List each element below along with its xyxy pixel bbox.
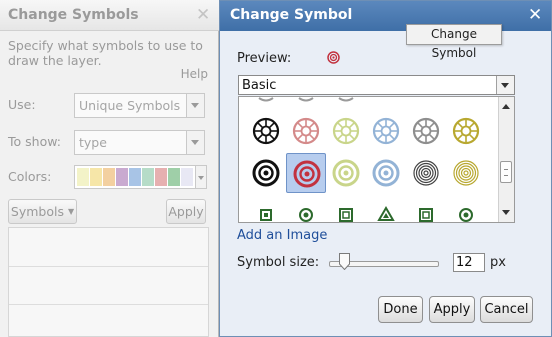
color-swatch: [168, 168, 180, 186]
to-show-select-value: type: [79, 135, 107, 150]
rings-symbol-icon: [453, 160, 479, 186]
chevron-down-icon[interactable]: [196, 165, 207, 189]
colors-label: Colors:: [8, 169, 52, 184]
color-swatch: [142, 168, 154, 186]
target-symbol-icon: [332, 159, 360, 187]
change-symbol-dialog: Change Symbol ✕ Preview: Basic Add an Im…: [219, 0, 552, 337]
close-icon[interactable]: ✕: [528, 7, 542, 24]
apply-button[interactable]: Apply: [429, 296, 475, 323]
symbol-option-square[interactable]: [246, 195, 286, 222]
symbol-size-label: Symbol size:: [237, 255, 320, 270]
panel-title: Change Symbols: [8, 7, 139, 23]
wheel-symbol-icon: [452, 117, 480, 145]
rings-symbol-icon: [413, 160, 439, 186]
panel-title-bar: Change Symbols ✕: [0, 0, 219, 31]
square-out-symbol-icon: [339, 208, 353, 222]
color-swatch: [181, 168, 193, 186]
panel-description: Specify what symbols to use to draw the …: [8, 38, 203, 68]
symbol-list: [8, 227, 209, 337]
cancel-button[interactable]: Cancel: [480, 296, 533, 323]
partial-symbol-mark: [258, 97, 274, 102]
target-symbol-icon: [372, 159, 400, 187]
list-divider: [9, 266, 208, 267]
symbol-type-value: Basic: [242, 78, 277, 93]
square-out-symbol-icon: [419, 208, 433, 222]
symbol-size-input[interactable]: 12: [453, 253, 485, 272]
circle-symbol-icon: [459, 208, 473, 222]
color-swatch: [155, 168, 167, 186]
dialog-title: Change Symbol: [230, 7, 353, 23]
wheel-symbol-icon: [412, 117, 440, 145]
chevron-down-icon[interactable]: [496, 76, 514, 94]
help-link[interactable]: Help: [181, 67, 208, 81]
symbol-option-triangle[interactable]: [366, 195, 406, 222]
symbol-gallery: [238, 96, 515, 223]
symbol-option-wheel[interactable]: [286, 111, 326, 151]
color-swatch: [90, 168, 102, 186]
symbol-option-circle[interactable]: [286, 195, 326, 222]
symbols-menu-button[interactable]: Symbols ▼: [8, 199, 77, 224]
scroll-up-icon[interactable]: [502, 104, 510, 109]
symbol-option-target[interactable]: [326, 153, 366, 193]
partial-symbol-mark: [338, 97, 354, 102]
wheel-symbol-icon: [332, 117, 360, 145]
symbol-option-target[interactable]: [286, 153, 326, 193]
symbol-option-square-out[interactable]: [326, 195, 366, 222]
symbol-option-wheel[interactable]: [326, 111, 366, 151]
target-symbol-icon: [293, 160, 321, 188]
scroll-down-icon[interactable]: [502, 210, 510, 215]
preview-label: Preview:: [237, 51, 292, 66]
color-swatch: [77, 168, 89, 186]
change-symbols-panel: Change Symbols ✕ Specify what symbols to…: [0, 0, 219, 337]
symbols-button-label: Symbols: [10, 204, 64, 219]
apply-button[interactable]: Apply: [166, 199, 206, 224]
chevron-down-icon[interactable]: [186, 131, 204, 154]
use-label: Use:: [8, 97, 36, 112]
tooltip: Change Symbol: [406, 24, 502, 60]
symbol-option-target[interactable]: [366, 153, 406, 193]
wheel-symbol-icon: [372, 117, 400, 145]
use-select-value: Unique Symbols: [79, 98, 181, 113]
to-show-select[interactable]: type: [74, 130, 205, 155]
done-button[interactable]: Done: [378, 296, 423, 323]
triangle-symbol-icon: [377, 206, 395, 221]
vertical-scrollbar[interactable]: [498, 97, 514, 222]
use-select[interactable]: Unique Symbols: [74, 93, 205, 118]
partial-symbol-mark: [298, 97, 314, 102]
caret-down-icon: ▼: [67, 207, 75, 216]
circle-symbol-icon: [299, 208, 313, 222]
target-symbol-icon: [252, 159, 280, 187]
slider-handle[interactable]: [339, 253, 350, 270]
color-ramp-select[interactable]: [74, 165, 196, 189]
add-image-link[interactable]: Add an Image: [237, 228, 327, 243]
symbol-option-target[interactable]: [246, 153, 286, 193]
symbol-option-square-out[interactable]: [406, 195, 446, 222]
symbol-option-rings[interactable]: [446, 153, 486, 193]
symbol-option-wheel[interactable]: [246, 111, 286, 151]
close-icon[interactable]: ✕: [196, 7, 210, 24]
symbol-option-wheel[interactable]: [446, 111, 486, 151]
partial-symbol-row: [258, 97, 354, 102]
symbol-type-select[interactable]: Basic: [238, 75, 515, 95]
symbol-option-wheel[interactable]: [366, 111, 406, 151]
symbol-option-rings[interactable]: [406, 153, 446, 193]
wheel-symbol-icon: [292, 117, 320, 145]
wheel-symbol-icon: [252, 117, 280, 145]
color-swatch: [129, 168, 141, 186]
chevron-down-icon[interactable]: [186, 94, 204, 117]
to-show-label: To show:: [8, 134, 61, 149]
symbol-option-circle[interactable]: [446, 195, 486, 222]
list-divider: [9, 304, 208, 305]
square-symbol-icon: [260, 209, 272, 221]
preview-symbol-icon: [327, 51, 340, 64]
symbol-option-wheel[interactable]: [406, 111, 446, 151]
size-unit-label: px: [490, 255, 506, 270]
scrollbar-thumb[interactable]: [500, 161, 512, 183]
color-swatch: [116, 168, 128, 186]
color-swatch: [103, 168, 115, 186]
